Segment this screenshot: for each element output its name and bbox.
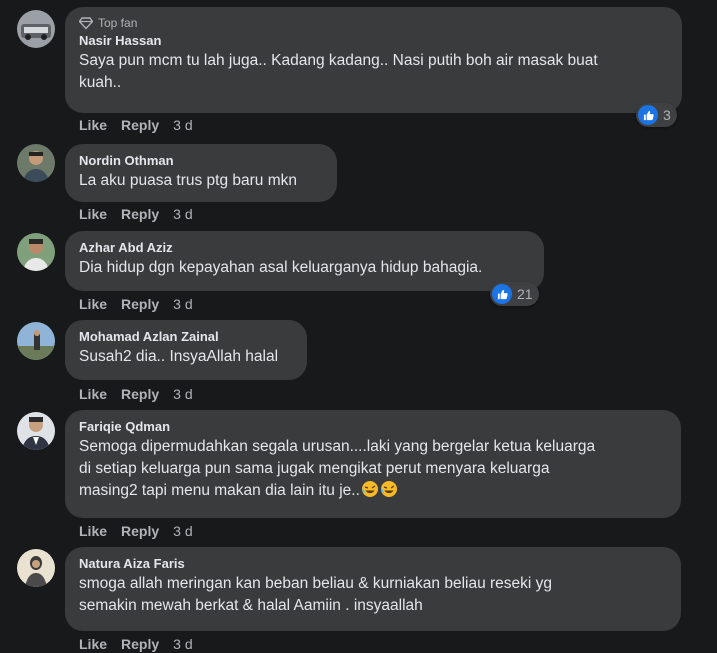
comment-text-line: kuah.. [79,74,122,91]
like-reaction-icon [638,105,658,125]
avatar[interactable] [17,10,55,48]
diamond-icon [79,17,93,30]
comment-bubble: Top fan Nasir Hassan Saya pun mcm tu lah… [65,7,682,113]
commenter-name[interactable]: Azhar Abd Aziz [79,239,531,257]
comment-bubble: Nordin Othman La aku puasa trus ptg baru… [65,144,337,202]
like-button[interactable]: Like [79,296,107,312]
avatar[interactable] [17,322,55,360]
comment-bubble: Fariqie Qdman Semoga dipermudahkan segal… [65,410,681,518]
like-button[interactable]: Like [79,206,107,222]
avatar[interactable] [17,144,55,182]
like-reaction-icon [492,284,512,304]
comment-bubble: Mohamad Azlan Zainal Susah2 dia.. InsyaA… [65,320,307,380]
reaction-count: 3 [663,107,671,123]
comment-bubble: Azhar Abd Aziz Dia hidup dgn kepayahan a… [65,231,544,291]
reply-button[interactable]: Reply [121,386,159,402]
comment-text-segment: masing2 tapi menu makan dia lain itu je.… [79,482,360,499]
reaction-summary[interactable]: 21 [490,282,539,306]
comment-text-line: Semoga dipermudahkan segala urusan....la… [79,438,596,455]
comment-text-line: masing2 tapi menu makan dia lain itu je.… [79,480,668,502]
comment-text-line: semakin mewah berkat & halal Aamiin . in… [79,597,423,614]
commenter-name[interactable]: Nordin Othman [79,152,324,170]
rolling-laugh-emoji-icon [361,481,378,497]
rolling-laugh-emoji-icon [380,481,397,497]
comment-actions: Like Reply 3 d [79,386,193,402]
timestamp[interactable]: 3 d [173,636,192,652]
timestamp[interactable]: 3 d [173,296,192,312]
like-button[interactable]: Like [79,523,107,539]
reaction-count: 21 [517,286,533,302]
comment-text-line: Susah2 dia.. InsyaAllah halal [79,348,279,365]
top-fan-label: Top fan [98,16,138,30]
like-button[interactable]: Like [79,636,107,652]
comment-actions: Like Reply 3 d [79,117,193,133]
comment-text-line: Dia hidup dgn kepayahan asal keluarganya… [79,259,483,276]
timestamp[interactable]: 3 d [173,206,192,222]
reply-button[interactable]: Reply [121,296,159,312]
commenter-name[interactable]: Nasir Hassan [79,32,669,50]
timestamp[interactable]: 3 d [173,523,192,539]
comment-text-line: smoga allah meringan kan beban beliau & … [79,575,553,592]
comment-actions: Like Reply 3 d [79,206,193,222]
reply-button[interactable]: Reply [121,523,159,539]
comment-bubble: Natura Aiza Faris smoga allah meringan k… [65,547,681,631]
comment-actions: Like Reply 3 d [79,296,193,312]
commenter-name[interactable]: Fariqie Qdman [79,418,668,436]
comment-text-line: di setiap keluarga pun sama jugak mengik… [79,460,550,477]
like-button[interactable]: Like [79,386,107,402]
reply-button[interactable]: Reply [121,117,159,133]
like-button[interactable]: Like [79,117,107,133]
comment-actions: Like Reply 3 d [79,523,193,539]
avatar[interactable] [17,412,55,450]
avatar[interactable] [17,233,55,271]
reply-button[interactable]: Reply [121,206,159,222]
comment-actions: Like Reply 3 d [79,636,193,652]
top-fan-badge: Top fan [79,15,669,31]
timestamp[interactable]: 3 d [173,386,192,402]
timestamp[interactable]: 3 d [173,117,192,133]
reaction-summary[interactable]: 3 [636,103,677,127]
comment-text-line: La aku puasa trus ptg baru mkn [79,172,297,189]
comment-text-line: Saya pun mcm tu lah juga.. Kadang kadang… [79,52,598,69]
commenter-name[interactable]: Natura Aiza Faris [79,555,668,573]
commenter-name[interactable]: Mohamad Azlan Zainal [79,328,294,346]
reply-button[interactable]: Reply [121,636,159,652]
avatar[interactable] [17,549,55,587]
